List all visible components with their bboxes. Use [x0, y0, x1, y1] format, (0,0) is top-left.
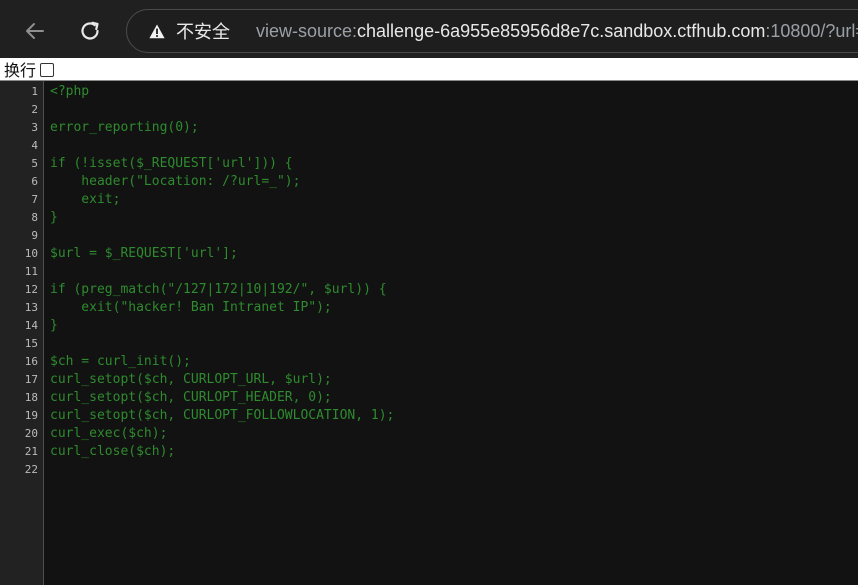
line-content: exit("hacker! Ban Intranet IP");	[50, 300, 332, 315]
line-content: curl_exec($ch);	[50, 426, 168, 441]
line-number: 8	[31, 211, 38, 224]
source-line: 3 error_reporting(0);	[0, 119, 858, 137]
source-line: 6 header("Location: /?url=_");	[0, 173, 858, 191]
source-line: 5 if (!isset($_REQUEST['url'])) {	[0, 155, 858, 173]
line-content: curl_close($ch);	[50, 444, 176, 459]
line-number: 7	[31, 193, 38, 206]
line-number: 21	[24, 445, 38, 458]
line-content: }	[50, 318, 58, 333]
line-content: <?php	[50, 84, 90, 99]
line-number: 12	[24, 283, 38, 296]
line-number: 18	[24, 391, 38, 404]
source-line: 21 curl_close($ch);	[0, 443, 858, 461]
line-number: 1	[31, 85, 38, 98]
line-number: 5	[31, 157, 38, 170]
source-line: 4	[0, 137, 858, 155]
reload-button[interactable]	[72, 13, 108, 49]
line-number: 4	[31, 139, 38, 152]
source-line: 13 exit("hacker! Ban Intranet IP");	[0, 299, 858, 317]
line-wrap-bar: 换行	[0, 58, 858, 80]
source-line: 12 if (preg_match("/127|172|10|192/", $ur…	[0, 281, 858, 299]
source-line: 20 curl_exec($ch);	[0, 425, 858, 443]
source-line: 19 curl_setopt($ch, CURLOPT_FOLLOWLOCATIO…	[0, 407, 858, 425]
line-number: 11	[24, 265, 38, 278]
line-number: 17	[24, 373, 38, 386]
line-number: 22	[24, 463, 38, 476]
line-number: 6	[31, 175, 38, 188]
security-status-label[interactable]: 不安全	[176, 18, 230, 44]
source-line: 2	[0, 101, 858, 119]
source-line: 11	[0, 263, 858, 281]
source-line: 16 $ch = curl_init();	[0, 353, 858, 371]
line-number: 20	[24, 427, 38, 440]
address-bar[interactable]: 不安全 view-source:challenge-6a955e85956d8e…	[126, 9, 858, 53]
line-number: 2	[31, 103, 38, 116]
line-content: $url = $_REQUEST['url'];	[50, 246, 238, 261]
url-text[interactable]: view-source:challenge-6a955e85956d8e7c.s…	[256, 21, 858, 42]
line-number: 19	[24, 409, 38, 422]
back-button[interactable]	[17, 13, 53, 49]
line-content: exit;	[50, 192, 121, 207]
url-prefix: view-source:	[256, 20, 358, 41]
source-line: 8}	[0, 209, 858, 227]
url-host: challenge-6a955e85956d8e7c.sandbox.ctfhu…	[357, 20, 766, 41]
arrow-left-icon	[26, 23, 44, 39]
source-line: 9	[0, 227, 858, 245]
source-line: 17 curl_setopt($ch, CURLOPT_URL, $url);	[0, 371, 858, 389]
line-number: 10	[24, 247, 38, 260]
line-content: error_reporting(0);	[50, 120, 199, 135]
warning-icon[interactable]	[149, 24, 165, 39]
line-number: 3	[31, 121, 38, 134]
line-content: curl_setopt($ch, CURLOPT_HEADER, 0);	[50, 390, 332, 405]
source-view: 1 <?php 2 3 error_reporting(0); 4 5 if (!isset(…	[0, 80, 858, 585]
line-wrap-label: 换行	[4, 61, 37, 80]
line-content: $ch = curl_init();	[50, 354, 191, 369]
line-content: header("Location: /?url=_");	[50, 174, 301, 189]
browser-toolbar: 不安全 view-source:challenge-6a955e85956d8e…	[0, 0, 858, 58]
source-line: 22	[0, 461, 858, 479]
line-number: 15	[24, 337, 38, 350]
line-number: 13	[24, 301, 38, 314]
line-content: if (!isset($_REQUEST['url'])) {	[50, 156, 293, 171]
line-content: curl_setopt($ch, CURLOPT_URL, $url);	[50, 372, 332, 387]
line-number: 14	[24, 319, 38, 332]
reload-icon	[81, 21, 99, 40]
line-content: curl_setopt($ch, CURLOPT_FOLLOWLOCATION,…	[50, 408, 395, 423]
line-content: if (preg_match("/127|172|10|192/", $url)…	[50, 282, 387, 297]
source-line: 10 $url = $_REQUEST['url'];	[0, 245, 858, 263]
line-number: 9	[31, 229, 38, 242]
line-wrap-checkbox[interactable]	[40, 62, 55, 77]
source-line: 7 exit;	[0, 191, 858, 209]
source-line: 1 <?php	[0, 83, 858, 101]
source-line: 14}	[0, 317, 858, 335]
line-number: 16	[24, 355, 38, 368]
url-rest: :10800/?url=file	[765, 20, 858, 41]
line-content: }	[50, 210, 58, 225]
source-line: 15	[0, 335, 858, 353]
source-line: 18 curl_setopt($ch, CURLOPT_HEADER, 0);	[0, 389, 858, 407]
